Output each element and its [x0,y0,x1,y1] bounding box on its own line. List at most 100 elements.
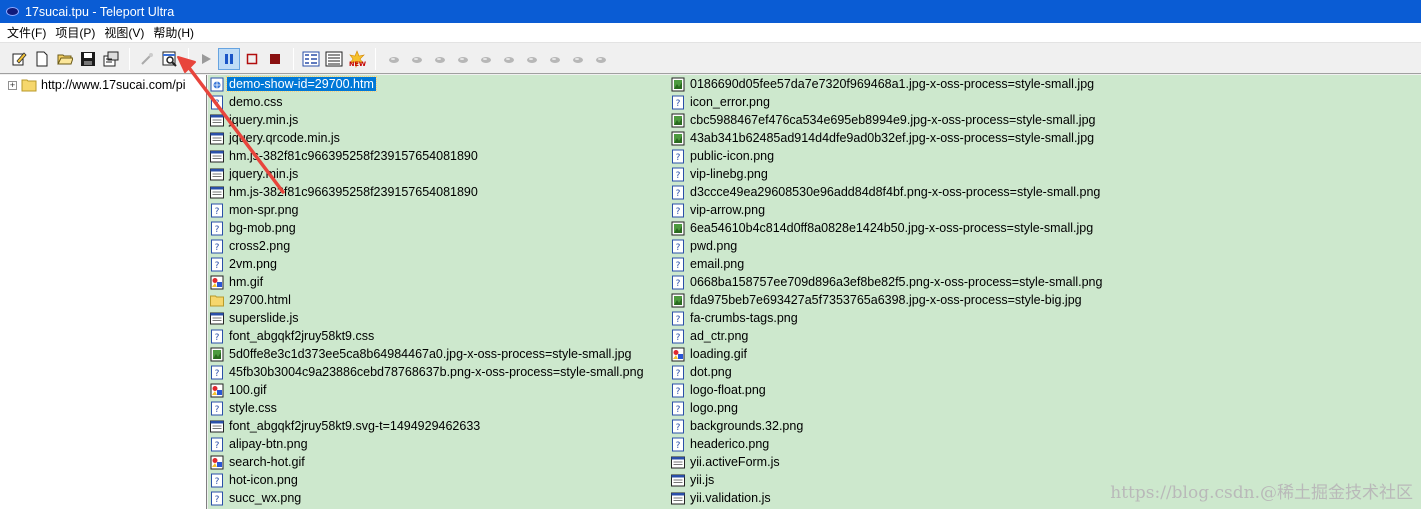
file-list-item[interactable]: ? font_abgqkf2jruy58kt9.css [210,327,646,345]
file-list-item[interactable]: superslide.js [210,309,646,327]
file-list-item[interactable]: ? vip-arrow.png [671,201,1104,219]
disabled-action-icon [480,56,491,63]
menu-project[interactable]: 项目(P) [52,24,101,41]
file-name: demo.css [229,95,283,109]
disabled-action-button[interactable] [566,48,589,70]
file-list-item[interactable]: font_abgqkf2jruy58kt9.svg-t=149492946263… [210,417,646,435]
file-list-item[interactable]: 5d0ffe8e3c1d373ee5ca8b64984467a0.jpg-x-o… [210,345,646,363]
file-list-item[interactable]: ? mon-spr.png [210,201,646,219]
file-list-item[interactable]: jquery.min.js [210,111,646,129]
svg-text:?: ? [676,333,681,343]
file-list-item[interactable]: ? pwd.png [671,237,1104,255]
file-list-item[interactable]: ? email.png [671,255,1104,273]
disabled-action-button[interactable] [520,48,543,70]
file-name: superslide.js [229,311,299,325]
file-list-item[interactable]: fda975beb7e693427a5f7353765a6398.jpg-x-o… [671,291,1104,309]
file-name: mon-spr.png [229,203,299,217]
file-list-item[interactable]: ? logo-float.png [671,381,1104,399]
properties-button[interactable] [100,48,122,70]
disabled-action-button[interactable] [474,48,497,70]
file-list-item[interactable]: yii.activeForm.js [671,453,1104,471]
file-list-item[interactable]: ? public-icon.png [671,147,1104,165]
unknown-file-icon: ? [672,311,684,325]
open-button[interactable] [54,48,76,70]
file-list-item[interactable]: 43ab341b62485ad914d4dfe9ad0b32ef.jpg-x-o… [671,129,1104,147]
file-list-item[interactable]: loading.gif [671,345,1104,363]
file-name: 6ea54610b4c814d0ff8a0828e1424b50.jpg-x-o… [690,221,1094,235]
file-list-item[interactable]: 29700.html [210,291,646,309]
start-button[interactable] [195,48,217,70]
file-list-item[interactable]: ? d3ccce49ea29608530e96add84d8f4bf.png-x-… [671,183,1104,201]
file-list-item[interactable]: demo-show-id=29700.htm [210,75,646,93]
wizard-button[interactable] [136,48,158,70]
file-list-item[interactable]: ? fa-crumbs-tags.png [671,309,1104,327]
file-list-item[interactable]: ? headerico.png [671,435,1104,453]
svg-text:?: ? [215,225,220,235]
file-list-item[interactable]: yii.js [671,471,1104,489]
disabled-action-button[interactable] [497,48,520,70]
file-list-item[interactable]: ? bg-mob.png [210,219,646,237]
script-file-icon [210,150,224,162]
file-list-item[interactable]: ? 45fb30b3004c9a23886cebd78768637b.png-x-… [210,363,646,381]
file-list-item[interactable]: ? logo.png [671,399,1104,417]
menu-help[interactable]: 帮助(H) [150,24,200,41]
disabled-action-button[interactable] [543,48,566,70]
disabled-action-button[interactable] [451,48,474,70]
file-list-item[interactable]: ? dot.png [671,363,1104,381]
file-list-item[interactable]: jquery.qrcode.min.js [210,129,646,147]
file-list-item[interactable]: ? demo.css [210,93,646,111]
file-name: pwd.png [690,239,738,253]
gif-file-icon [210,383,224,397]
pause-button[interactable] [218,47,240,70]
svg-text:?: ? [676,99,681,109]
window-title: 17sucai.tpu - Teleport Ultra [25,4,175,19]
file-list-item[interactable]: ? hot-icon.png [210,471,646,489]
file-list-item[interactable]: ? succ_wx.png [210,489,646,507]
file-list-item[interactable]: ? style.css [210,399,646,417]
expand-icon[interactable]: + [8,80,17,90]
file-list-item[interactable]: hm.js-382f81c966395258f239157654081890 [210,183,646,201]
file-list-item[interactable]: hm.gif [210,273,646,291]
file-list-item[interactable]: ? vip-linebg.png [671,165,1104,183]
disabled-action-button[interactable] [589,48,612,70]
file-list-item[interactable]: ? icon_error.png [671,93,1104,111]
file-list-item[interactable]: ? backgrounds.32.png [671,417,1104,435]
file-list-item[interactable]: 100.gif [210,381,646,399]
file-list-item[interactable]: jquery.min.js [210,165,646,183]
save-button[interactable] [77,48,99,70]
new-file-button[interactable] [31,48,53,70]
list-view-button[interactable] [323,48,345,70]
file-list-item[interactable]: 6ea54610b4c814d0ff8a0828e1424b50.jpg-x-o… [671,219,1104,237]
file-name: yii.js [690,473,715,487]
file-list-item[interactable]: ? 0668ba158757ee709d896a3ef8be82f5.png-x-… [671,273,1104,291]
unknown-file-icon: ? [672,401,684,415]
disabled-action-button[interactable] [428,48,451,70]
file-list-item[interactable]: ? 2vm.png [210,255,646,273]
file-name: yii.validation.js [690,491,771,505]
menu-file[interactable]: 文件(F) [4,24,52,41]
file-list-item[interactable]: ? cross2.png [210,237,646,255]
menu-view[interactable]: 视图(V) [101,24,150,41]
file-list-item[interactable]: hm.js-382f81c966395258f239157654081890 [210,147,646,165]
script-file-icon [210,168,224,180]
file-list-item[interactable]: search-hot.gif [210,453,646,471]
tree-item-root[interactable]: + http://www.17sucai.com/pi [8,78,186,92]
svg-text:?: ? [215,441,220,451]
unknown-file-icon: ? [211,239,223,253]
file-list-item[interactable]: ? ad_ctr.png [671,327,1104,345]
stop-all-button[interactable] [264,48,286,70]
details-view-icon [302,51,320,66]
stop-button[interactable] [241,48,263,70]
disabled-action-button[interactable] [405,48,428,70]
disabled-action-button[interactable] [382,48,405,70]
details-view-button[interactable] [300,48,322,70]
browse-files-button[interactable] [159,48,181,70]
file-list-item[interactable]: yii.validation.js [671,489,1104,507]
svg-text:?: ? [215,495,220,505]
file-name: backgrounds.32.png [690,419,804,433]
file-list-item[interactable]: ? alipay-btn.png [210,435,646,453]
edit-button[interactable] [8,48,30,70]
new-button[interactable]: NEW [346,48,368,70]
file-list-item[interactable]: 0186690d05fee57da7e7320f969468a1.jpg-x-o… [671,75,1104,93]
file-list-item[interactable]: cbc5988467ef476ca534e695eb8994e9.jpg-x-o… [671,111,1104,129]
